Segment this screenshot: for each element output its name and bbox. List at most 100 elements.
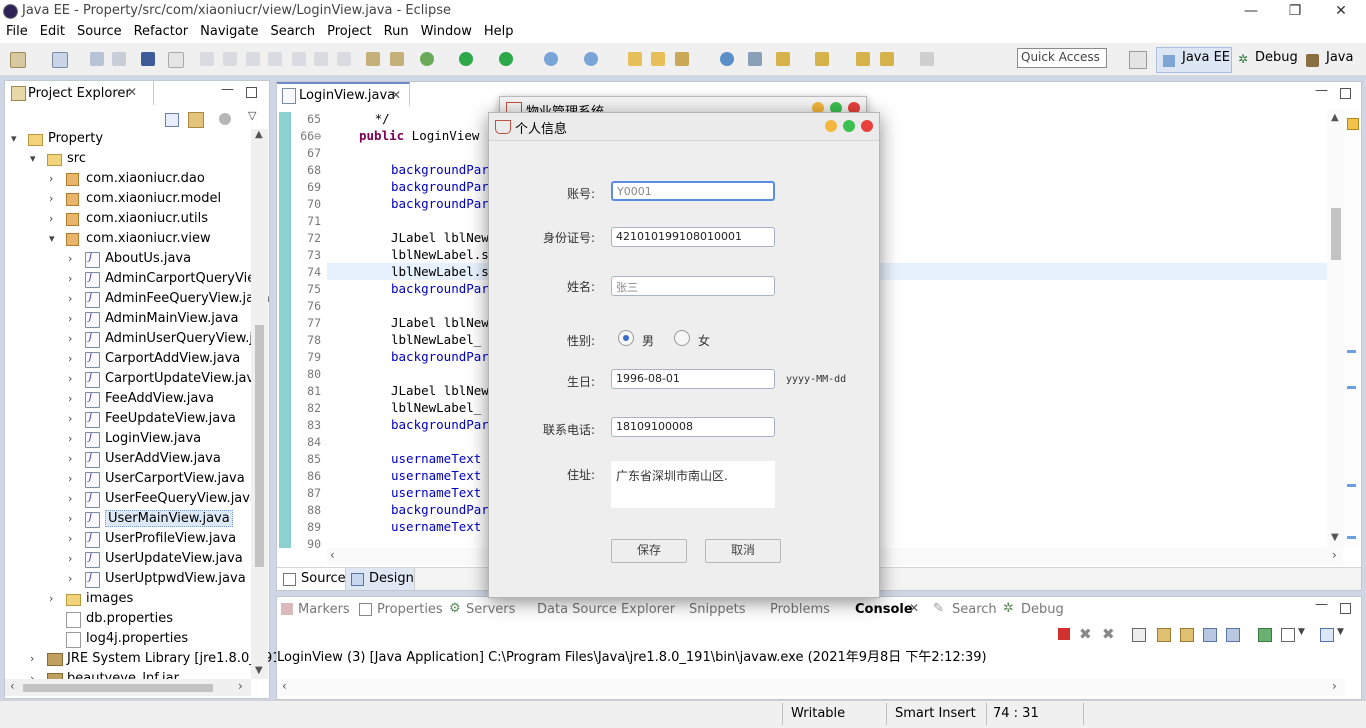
tab-markers[interactable]: Markers — [298, 602, 350, 617]
close-icon[interactable]: ✕ — [909, 601, 919, 615]
gender-male-radio[interactable] — [618, 330, 634, 346]
code-line[interactable]: public LoginView — [359, 128, 479, 143]
code-line[interactable]: lblNewLabel_ — [391, 332, 481, 347]
display-console-icon[interactable] — [1281, 628, 1295, 642]
terminate-icon[interactable] — [246, 52, 260, 66]
editor-tab-loginview[interactable]: LoginView.java ✕ — [277, 82, 410, 106]
tree-expand-icon[interactable]: › — [68, 352, 78, 365]
tree-expand-icon[interactable]: › — [49, 172, 59, 185]
tree-expand-icon[interactable]: › — [49, 592, 59, 605]
tree-item[interactable]: ▾ com.xiaoniucr.view — [5, 229, 251, 249]
close-dot-icon[interactable] — [861, 120, 873, 132]
tree-item[interactable]: › UserCarportView.java — [5, 469, 251, 489]
link-with-editor-icon[interactable] — [188, 112, 204, 128]
tree-item[interactable]: › AdminUserQueryView.jav — [5, 329, 269, 349]
skip-breakpoints-icon[interactable] — [168, 52, 184, 68]
gender-female-radio[interactable] — [674, 330, 690, 346]
open-console-icon[interactable] — [1320, 628, 1334, 642]
menu-navigate[interactable]: Navigate — [194, 22, 264, 39]
tree-expand-icon[interactable]: › — [68, 552, 78, 565]
idcard-field[interactable]: 421010199108010001 — [611, 227, 775, 247]
code-line[interactable]: backgroundPar — [391, 349, 489, 364]
tree-item[interactable]: › UserFeeQueryView.java — [5, 489, 258, 509]
code-line[interactable]: backgroundPar — [391, 179, 489, 194]
toggle-annotation-icon[interactable] — [748, 52, 762, 66]
maximize-console-icon[interactable] — [1340, 603, 1351, 614]
tab-console[interactable]: Console — [855, 602, 913, 617]
menu-run[interactable]: Run — [378, 22, 415, 39]
close-icon[interactable]: ✕ — [127, 85, 137, 99]
tree-item[interactable]: › JRE System Library [jre1.8.0_191 — [5, 649, 281, 669]
globe-icon[interactable] — [720, 52, 734, 66]
remove-all-icon[interactable]: ✖ — [1102, 625, 1115, 643]
tree-item[interactable]: db.properties — [5, 609, 251, 629]
menu-help[interactable]: Help — [478, 22, 520, 39]
resume-icon[interactable] — [200, 52, 214, 66]
menu-window[interactable]: Window — [415, 22, 478, 39]
tree-item[interactable]: › UserAddView.java — [5, 449, 251, 469]
code-line[interactable]: usernameText — [391, 519, 481, 534]
menu-refactor[interactable]: Refactor — [128, 22, 195, 39]
debug-icon[interactable] — [420, 52, 434, 66]
view-menu-icon[interactable]: ▽ — [248, 109, 256, 122]
birthday-field[interactable]: 1996-08-01 — [611, 369, 775, 389]
clear-console-icon[interactable] — [1132, 628, 1146, 642]
maximize-view-icon[interactable] — [246, 87, 257, 98]
close-button[interactable]: ✕ — [1318, 0, 1364, 22]
open-type-icon[interactable] — [628, 52, 642, 66]
scroll-lock-icon[interactable] — [1157, 628, 1171, 642]
code-line[interactable]: backgroundPar — [391, 281, 489, 296]
previous-annotation-icon[interactable] — [815, 52, 829, 66]
code-line[interactable]: usernameText — [391, 485, 481, 500]
drop-to-frame-icon[interactable] — [366, 52, 380, 66]
code-line[interactable]: JLabel lblNew — [391, 383, 489, 398]
code-line[interactable]: backgroundPar — [391, 162, 489, 177]
tree-item[interactable]: › AdminMainView.java — [5, 309, 251, 329]
tree-expand-icon[interactable]: › — [49, 192, 59, 205]
tree-item[interactable]: › AboutUs.java — [5, 249, 251, 269]
tree-expand-icon[interactable]: › — [68, 372, 78, 385]
quick-access-input[interactable]: Quick Access — [1017, 48, 1107, 68]
name-field[interactable]: 张三 — [611, 276, 775, 296]
save-icon[interactable] — [90, 52, 104, 66]
tree-item[interactable]: log4j.properties — [5, 629, 251, 649]
open-perspective-icon[interactable] — [1129, 51, 1147, 69]
tree-expand-icon[interactable]: › — [68, 292, 78, 305]
tree-hscroll-thumb[interactable] — [23, 684, 213, 692]
restore-button[interactable]: ❐ — [1272, 0, 1318, 22]
console-icon[interactable] — [141, 52, 155, 66]
project-explorer-tab[interactable]: Project Explorer ✕ — [5, 81, 154, 105]
code-line[interactable]: */ — [337, 111, 390, 126]
tree-item[interactable]: › UserProfileView.java — [5, 529, 251, 549]
tab-properties[interactable]: Properties — [377, 602, 443, 617]
tree-vertical-scrollbar[interactable]: ▲ ▼ — [251, 129, 268, 679]
tab-data-source-explorer[interactable]: Data Source Explorer — [537, 602, 675, 617]
remove-launch-icon[interactable]: ✖ — [1079, 625, 1092, 643]
editor-scroll-thumb[interactable] — [1331, 208, 1341, 260]
step-return-icon[interactable] — [337, 52, 351, 66]
minimize-console-icon[interactable]: — — [1315, 597, 1328, 612]
tab-problems[interactable]: Problems — [770, 602, 830, 617]
tree-expand-icon[interactable]: › — [68, 392, 78, 405]
tab-design[interactable]: Design — [346, 568, 415, 590]
tab-search[interactable]: Search — [952, 602, 997, 617]
tab-servers[interactable]: Servers — [466, 602, 515, 617]
tree-item[interactable]: › UserMainView.java — [5, 509, 251, 529]
last-edit-icon[interactable] — [856, 52, 870, 66]
tree-item[interactable]: › LoginView.java — [5, 429, 251, 449]
use-step-filters-icon[interactable] — [390, 52, 404, 66]
tree-expand-icon[interactable]: › — [30, 652, 40, 665]
personal-info-title-bar[interactable]: 个人信息 — [489, 113, 879, 141]
word-wrap-icon[interactable] — [1180, 628, 1194, 642]
maximize-dot-icon[interactable] — [843, 120, 855, 132]
tab-debug[interactable]: Debug — [1021, 602, 1064, 617]
tree-expand-icon[interactable]: › — [68, 572, 78, 585]
menu-search[interactable]: Search — [264, 22, 321, 39]
tree-item[interactable]: › UserUpdateView.java — [5, 549, 251, 569]
disconnect-icon[interactable] — [268, 52, 282, 66]
forward-icon[interactable] — [920, 52, 934, 66]
tree-expand-icon[interactable]: › — [68, 272, 78, 285]
show-on-output-icon[interactable] — [1203, 628, 1217, 642]
tree-item[interactable]: › FeeAddView.java — [5, 389, 251, 409]
tree-expand-icon[interactable] — [49, 612, 59, 622]
